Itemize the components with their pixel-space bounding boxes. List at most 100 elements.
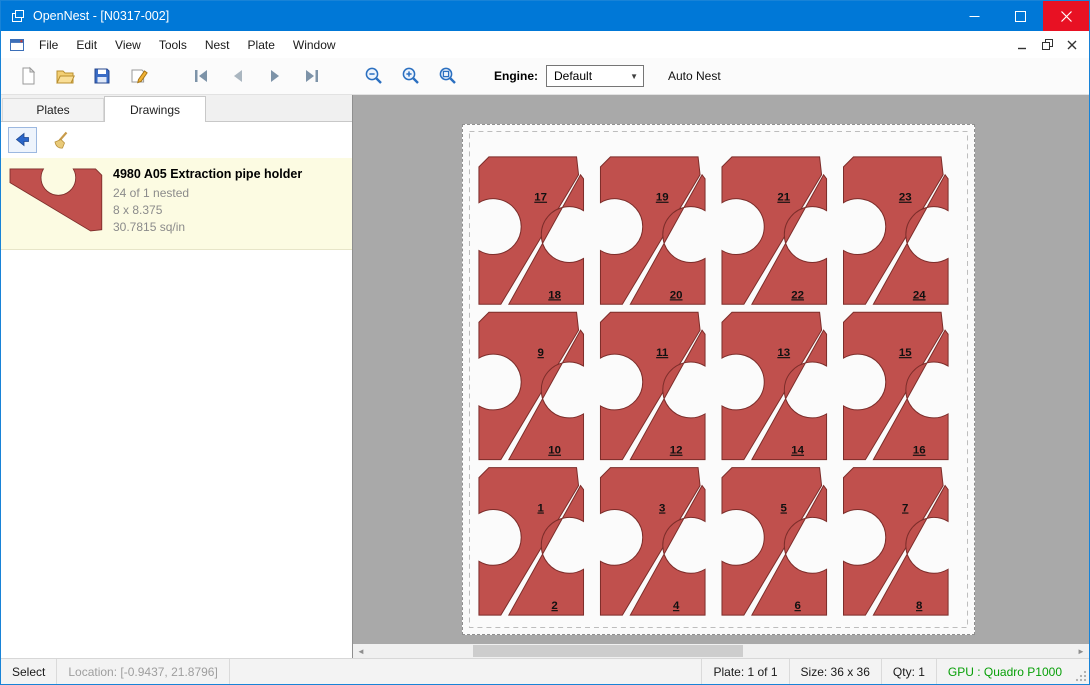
open-button[interactable] — [46, 61, 83, 91]
part-number: 16 — [913, 445, 926, 457]
zoom-in-icon — [401, 66, 421, 86]
open-folder-icon — [55, 66, 75, 86]
return-drawing-button[interactable] — [8, 127, 37, 153]
menu-item-edit[interactable]: Edit — [67, 32, 106, 58]
part-number: 14 — [791, 445, 804, 457]
tab-drawings[interactable]: Drawings — [104, 96, 206, 122]
part-number: 15 — [899, 347, 912, 359]
part-number: 5 — [781, 502, 788, 514]
part-number: 7 — [902, 502, 908, 514]
nest-pair: 1718 — [479, 157, 584, 304]
nest-pair: 12 — [479, 468, 584, 615]
part-number: 13 — [777, 347, 790, 359]
broom-icon — [51, 131, 70, 150]
part-number: 17 — [534, 192, 547, 204]
app-window: OpenNest - [N0317-002] File Edit View To… — [0, 0, 1090, 685]
mdi-minimize-icon — [1017, 40, 1027, 50]
tab-plates[interactable]: Plates — [2, 98, 104, 121]
part-number: 3 — [659, 502, 665, 514]
mdi-restore-button[interactable] — [1036, 36, 1058, 54]
zoom-fit-button[interactable] — [429, 61, 466, 91]
menu-item-plate[interactable]: Plate — [239, 32, 284, 58]
part-number: 21 — [777, 192, 790, 204]
nest-pair: 1920 — [600, 157, 705, 304]
part-number: 11 — [656, 347, 669, 359]
drawings-toolbar — [1, 122, 352, 158]
menu-item-tools[interactable]: Tools — [150, 32, 196, 58]
part-number: 6 — [794, 600, 800, 612]
blue-back-arrow-icon — [14, 131, 32, 149]
part-number: 18 — [548, 289, 561, 301]
nest-pair: 56 — [722, 468, 827, 615]
clean-drawings-button[interactable] — [46, 127, 75, 153]
horizontal-scrollbar[interactable]: ◄ ► — [353, 644, 1089, 658]
mdi-minimize-button[interactable] — [1011, 36, 1033, 54]
close-button[interactable] — [1043, 1, 1089, 31]
last-plate-button[interactable] — [293, 61, 330, 91]
plate-count-status: Plate: 1 of 1 — [701, 659, 788, 684]
mode-status: Select — [1, 659, 57, 684]
mdi-restore-icon — [1042, 39, 1053, 50]
next-plate-button[interactable] — [256, 61, 293, 91]
drawing-title: 4980 A05 Extraction pipe holder — [113, 167, 302, 181]
nest-pair: 78 — [843, 468, 948, 615]
last-arrow-icon — [302, 66, 322, 86]
nest-pair: 21 22 — [722, 157, 827, 304]
nest-canvas[interactable]: 171819202122232491011121314151612345678 … — [353, 95, 1089, 658]
quantity-status: Qty: 1 — [881, 659, 936, 684]
save-button[interactable] — [83, 61, 120, 91]
nest-pair: 9 10 — [479, 312, 584, 459]
part-number: 8 — [916, 600, 923, 612]
previous-arrow-icon — [228, 66, 248, 86]
statusbar: Select Location: [-0.9437, 21.8796] Plat… — [1, 658, 1089, 684]
part-thumbnail — [9, 165, 103, 241]
mdi-close-icon — [1067, 40, 1077, 50]
minimize-button[interactable] — [951, 1, 997, 31]
engine-select[interactable]: Default ▼ — [546, 65, 644, 87]
new-button[interactable] — [9, 61, 46, 91]
scroll-left-icon[interactable]: ◄ — [353, 644, 369, 658]
nest-pair: 2324 — [843, 157, 948, 304]
scrollbar-thumb[interactable] — [473, 645, 743, 657]
menu-item-view[interactable]: View — [106, 32, 150, 58]
left-panel: Plates Drawings — [1, 95, 353, 658]
menu-item-nest[interactable]: Nest — [196, 32, 239, 58]
menu-item-file[interactable]: File — [30, 32, 67, 58]
part-number: 10 — [548, 445, 561, 457]
app-icon — [10, 8, 26, 24]
menu-item-window[interactable]: Window — [284, 32, 345, 58]
maximize-button[interactable] — [997, 1, 1043, 31]
titlebar: OpenNest - [N0317-002] — [1, 1, 1089, 31]
document-window-icon — [9, 38, 25, 52]
mdi-close-button[interactable] — [1061, 36, 1083, 54]
panel-tabstrip: Plates Drawings — [1, 95, 352, 122]
nest-svg[interactable]: 171819202122232491011121314151612345678 — [463, 125, 974, 634]
previous-plate-button[interactable] — [219, 61, 256, 91]
save-floppy-icon — [92, 66, 112, 86]
part-number: 9 — [538, 347, 544, 359]
new-document-icon — [18, 66, 38, 86]
drawing-area: 30.7815 sq/in — [113, 219, 302, 236]
zoom-out-button[interactable] — [355, 61, 392, 91]
window-title: OpenNest - [N0317-002] — [33, 9, 169, 23]
save-as-button[interactable] — [120, 61, 157, 91]
part-number: 12 — [670, 445, 683, 457]
resize-grip[interactable] — [1073, 659, 1089, 684]
close-icon — [1061, 11, 1072, 22]
first-plate-button[interactable] — [182, 61, 219, 91]
save-edit-icon — [129, 66, 149, 86]
zoom-out-icon — [364, 66, 384, 86]
next-arrow-icon — [265, 66, 285, 86]
part-number: 2 — [551, 600, 557, 612]
nest-pair: 11 12 — [600, 312, 705, 459]
part-number: 19 — [656, 192, 669, 204]
part-number: 22 — [791, 289, 804, 301]
plate-sheet[interactable]: 171819202122232491011121314151612345678 — [462, 124, 975, 635]
part-number: 24 — [913, 289, 926, 301]
auto-nest-button[interactable]: Auto Nest — [668, 69, 721, 83]
chevron-down-icon: ▼ — [630, 72, 638, 81]
scroll-right-icon[interactable]: ► — [1073, 644, 1089, 658]
zoom-fit-icon — [438, 66, 458, 86]
zoom-in-button[interactable] — [392, 61, 429, 91]
drawing-list-item[interactable]: 4980 A05 Extraction pipe holder 24 of 1 … — [1, 158, 352, 250]
